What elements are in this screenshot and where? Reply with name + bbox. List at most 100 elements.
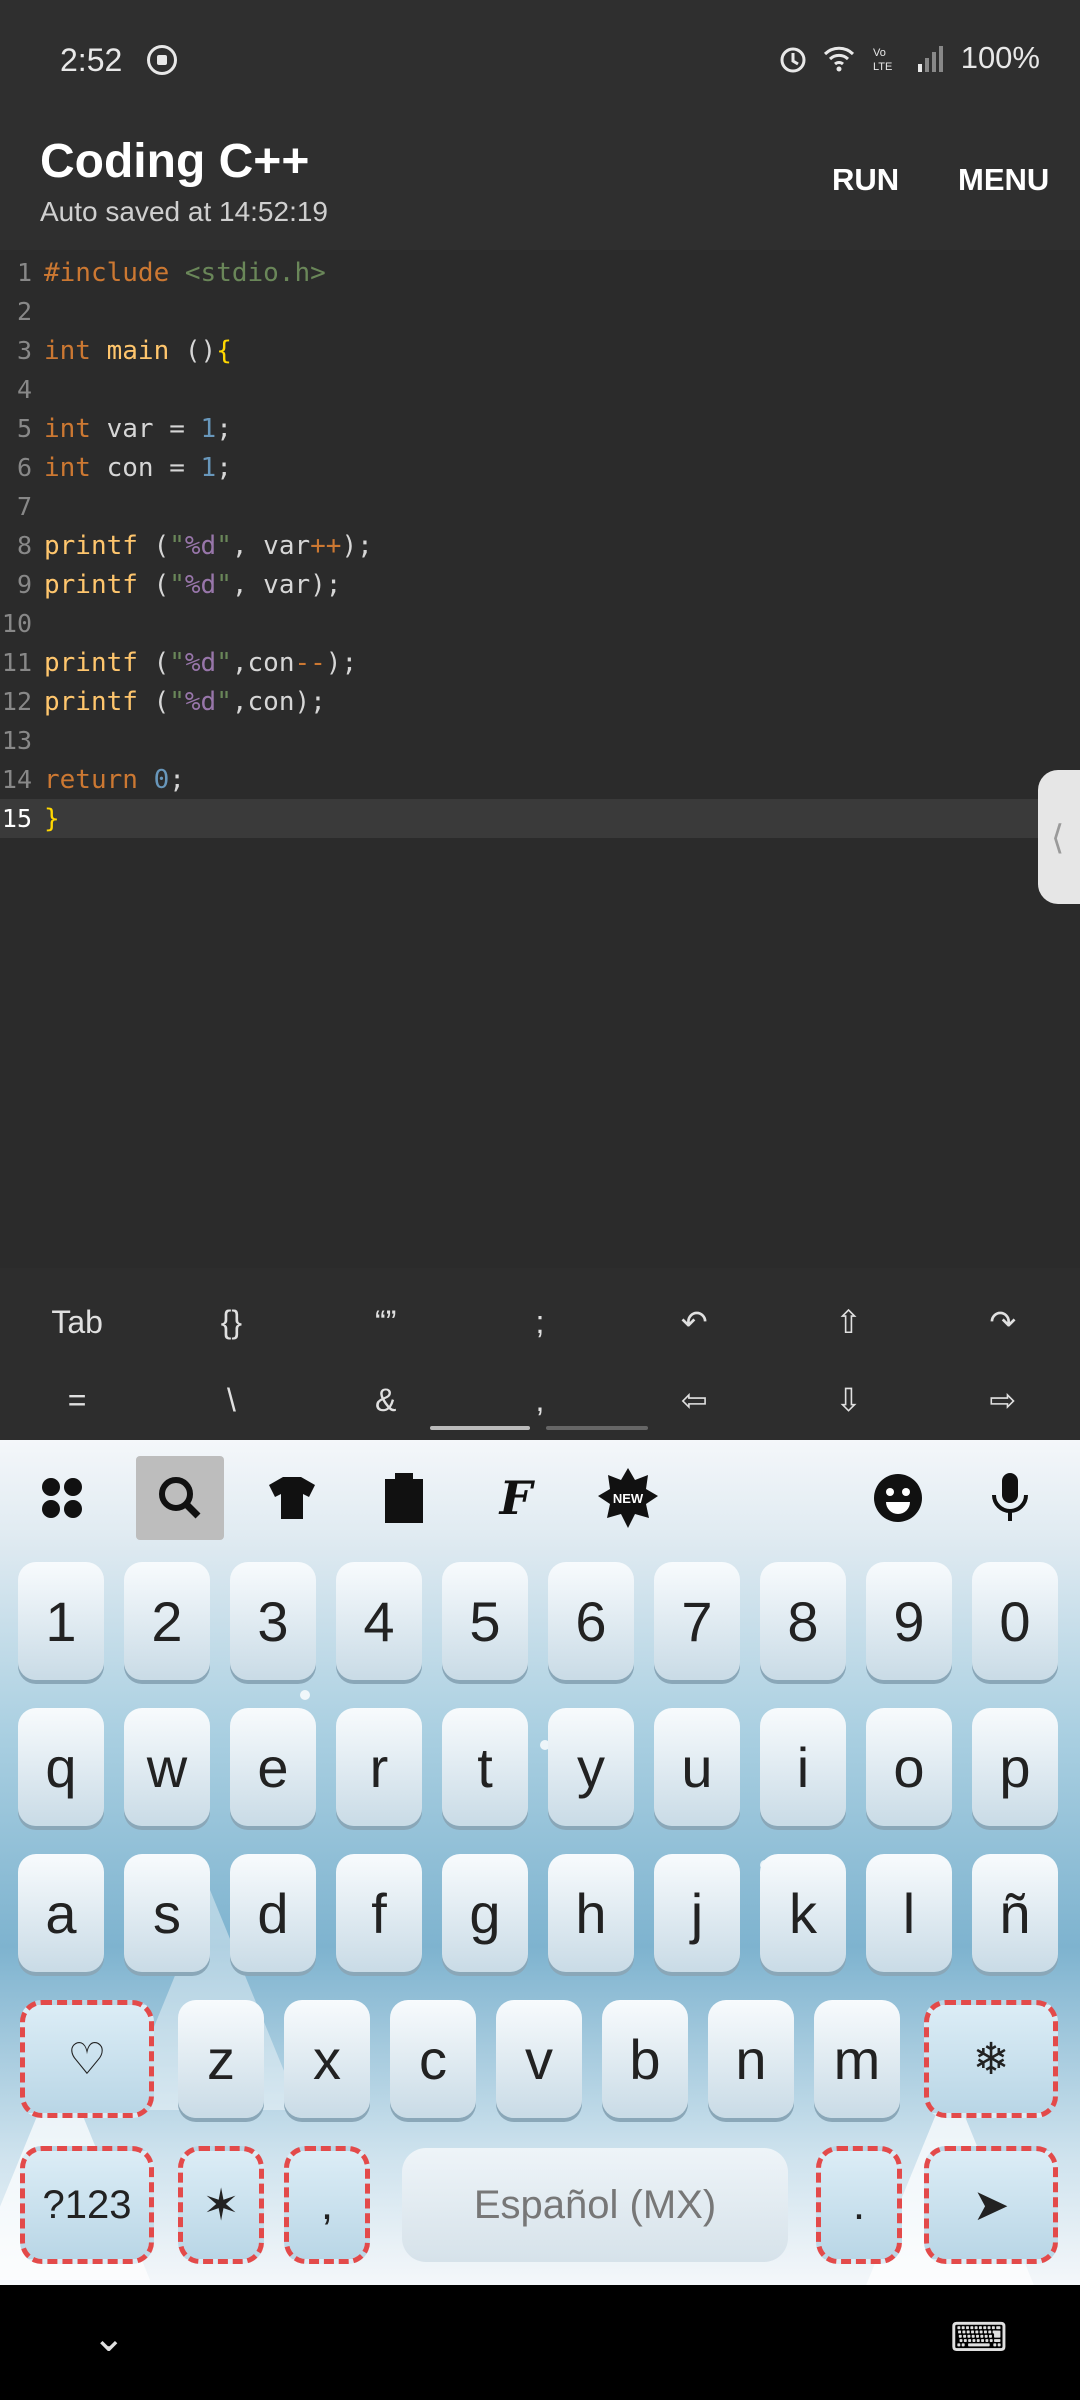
star-key[interactable]: ✶ [178, 2146, 264, 2264]
key-o[interactable]: o [866, 1708, 952, 1826]
key-t[interactable]: t [442, 1708, 528, 1826]
key-j[interactable]: j [654, 1854, 740, 1972]
decor-snow [300, 1690, 310, 1700]
code-line[interactable]: 4 [0, 370, 1080, 409]
code-line[interactable]: 11 printf ("%d",con--); [0, 643, 1080, 682]
key-6[interactable]: 6 [548, 1562, 634, 1680]
key-v[interactable]: v [496, 2000, 582, 2118]
font-icon[interactable]: F [472, 1456, 560, 1540]
enter-key[interactable]: ➤ [924, 2146, 1058, 2264]
status-icons: Vo LTE 100% [777, 40, 1040, 76]
arrow-up-icon[interactable]: ⇧ [771, 1284, 925, 1360]
code-token: ( [137, 569, 170, 600]
key-p[interactable]: p [972, 1708, 1058, 1826]
key-g[interactable]: g [442, 1854, 528, 1972]
keyboard-switch-icon[interactable]: ⌨ [950, 2315, 1008, 2361]
space-bar[interactable]: Español (MX) [402, 2148, 788, 2262]
key-5[interactable]: 5 [442, 1562, 528, 1680]
new-badge-icon[interactable]: NEW [584, 1456, 672, 1540]
key-q[interactable]: q [18, 1708, 104, 1826]
code-token: int [44, 452, 91, 483]
line-number: 15 [1, 804, 32, 833]
comma-key[interactable]: , [284, 2146, 370, 2264]
clipboard-icon[interactable] [360, 1456, 448, 1540]
braces-key[interactable]: {} [154, 1284, 308, 1360]
redo-icon[interactable]: ↷ [926, 1284, 1080, 1360]
key-e[interactable]: e [230, 1708, 316, 1826]
key-7[interactable]: 7 [654, 1562, 740, 1680]
new-badge-text: NEW [613, 1491, 644, 1506]
key-y[interactable]: y [548, 1708, 634, 1826]
key-f[interactable]: f [336, 1854, 422, 1972]
quotes-key[interactable]: “” [309, 1284, 463, 1360]
key-z[interactable]: z [178, 2000, 264, 2118]
shift-snowflake-key[interactable]: ❄ [924, 2000, 1058, 2118]
key-2[interactable]: 2 [124, 1562, 210, 1680]
key-i[interactable]: i [760, 1708, 846, 1826]
key-r[interactable]: r [336, 1708, 422, 1826]
symbols-key[interactable]: ?123 [20, 2146, 154, 2264]
code-line[interactable]: 6 int con = 1; [0, 448, 1080, 487]
undo-icon[interactable]: ↶ [617, 1284, 771, 1360]
key-n-tilde[interactable]: ñ [972, 1854, 1058, 1972]
key-h[interactable]: h [548, 1854, 634, 1972]
code-line[interactable]: 2 [0, 292, 1080, 331]
key-0[interactable]: 0 [972, 1562, 1058, 1680]
key-u[interactable]: u [654, 1708, 740, 1826]
key-w[interactable]: w [124, 1708, 210, 1826]
arrow-down-icon[interactable]: ⇩ [771, 1362, 925, 1438]
code-token: printf [44, 647, 138, 678]
equals-key[interactable]: = [0, 1362, 154, 1438]
arrow-right-icon[interactable]: ⇨ [926, 1362, 1080, 1438]
key-4[interactable]: 4 [336, 1562, 422, 1680]
menu-button[interactable]: MENU [958, 162, 1049, 198]
side-panel-handle[interactable]: ⟨ [1038, 770, 1080, 904]
code-line[interactable]: 3 int main (){ [0, 331, 1080, 370]
code-line[interactable]: 7 [0, 487, 1080, 526]
key-l[interactable]: l [866, 1854, 952, 1972]
backslash-key[interactable]: \ [154, 1362, 308, 1438]
search-icon[interactable] [136, 1456, 224, 1540]
code-line[interactable]: 1 #include <stdio.h> [0, 253, 1080, 292]
code-token: ( [137, 530, 170, 561]
code-line[interactable]: 12 printf ("%d",con); [0, 682, 1080, 721]
code-line[interactable]: 10 [0, 604, 1080, 643]
code-token: ( [137, 647, 170, 678]
signal-icon [917, 46, 943, 72]
key-a[interactable]: a [18, 1854, 104, 1972]
semicolon-key[interactable]: ; [463, 1284, 617, 1360]
emoji-icon[interactable] [854, 1456, 942, 1540]
tab-key[interactable]: Tab [0, 1284, 154, 1360]
key-x[interactable]: x [284, 2000, 370, 2118]
code-line[interactable]: 8 printf ("%d", var++); [0, 526, 1080, 565]
code-token: " [216, 569, 232, 600]
period-key[interactable]: . [816, 2146, 902, 2264]
key-b[interactable]: b [602, 2000, 688, 2118]
symbol-row-2: = \ & , ⇦ ⇩ ⇨ [0, 1362, 1080, 1438]
key-3[interactable]: 3 [230, 1562, 316, 1680]
code-token: ,con); [231, 686, 326, 717]
code-editor[interactable]: 1 #include <stdio.h> 2 3 int main (){ 4 5i… [0, 250, 1080, 1268]
apps-icon[interactable] [18, 1456, 106, 1540]
code-line[interactable]: 9 printf ("%d", var); [0, 565, 1080, 604]
key-s[interactable]: s [124, 1854, 210, 1972]
key-c[interactable]: c [390, 2000, 476, 2118]
code-line[interactable]: 14 return 0; [0, 760, 1080, 799]
key-m[interactable]: m [814, 2000, 900, 2118]
key-d[interactable]: d [230, 1854, 316, 1972]
code-line[interactable]: 5 int var = 1; [0, 409, 1080, 448]
key-n[interactable]: n [708, 2000, 794, 2118]
code-token: int [44, 335, 91, 366]
code-line-current[interactable]: 15} [0, 799, 1080, 838]
theme-shirt-icon[interactable] [248, 1456, 336, 1540]
run-button[interactable]: RUN [832, 162, 899, 198]
key-9[interactable]: 9 [866, 1562, 952, 1680]
key-1[interactable]: 1 [18, 1562, 104, 1680]
key-k[interactable]: k [760, 1854, 846, 1972]
code-token: 0 [153, 764, 170, 795]
code-line[interactable]: 13 [0, 721, 1080, 760]
heart-key[interactable]: ♡ [20, 2000, 154, 2118]
mic-icon[interactable] [966, 1456, 1054, 1540]
hide-keyboard-icon[interactable]: ⌄ [92, 2315, 126, 2361]
key-8[interactable]: 8 [760, 1562, 846, 1680]
